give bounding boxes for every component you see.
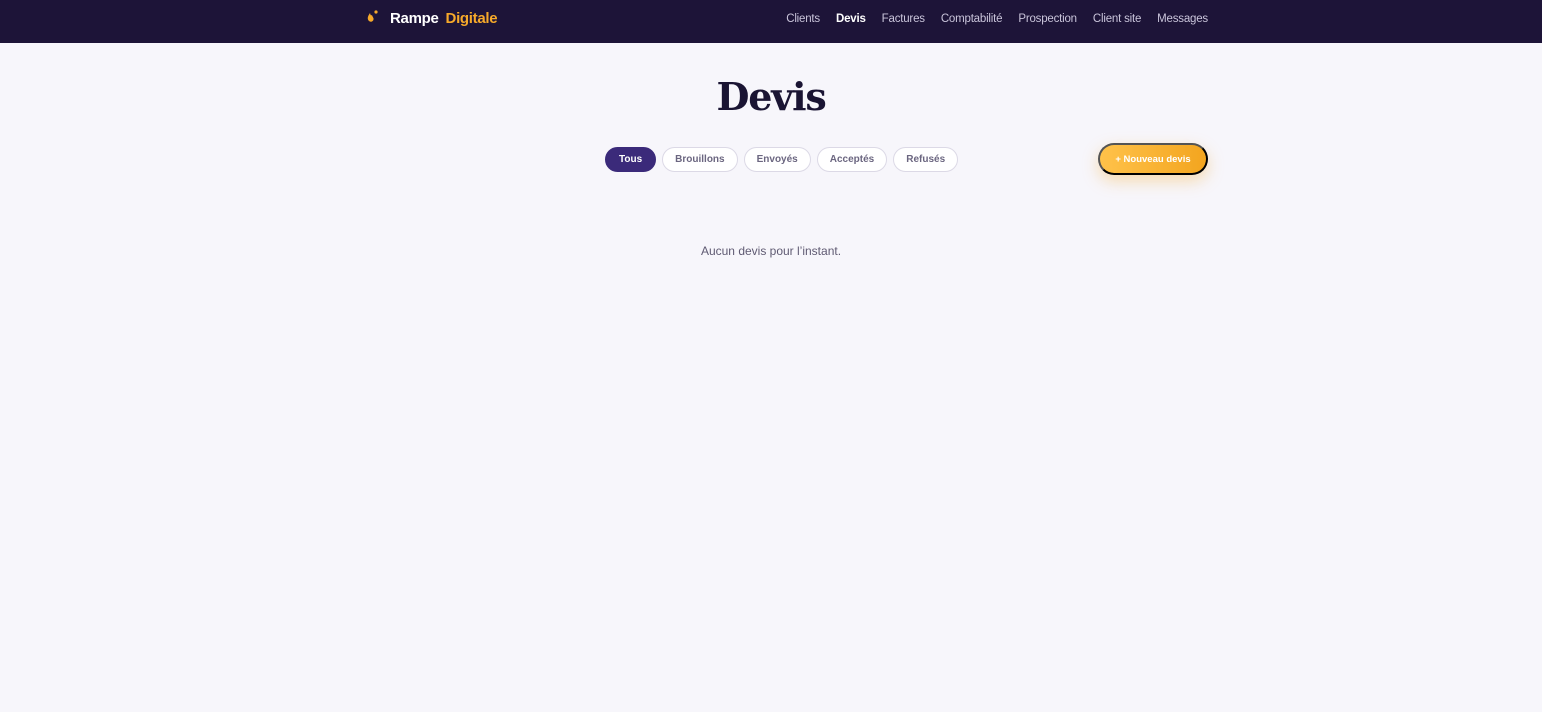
nav-item-prospection[interactable]: Prospection: [1018, 13, 1077, 25]
filter-refuses[interactable]: Refusés: [893, 147, 959, 172]
filter-acceptes[interactable]: Acceptés: [816, 147, 888, 172]
nav-item-clients[interactable]: Clients: [786, 13, 820, 25]
nav-item-devis[interactable]: Devis: [836, 13, 866, 25]
filter-brouillons[interactable]: Brouillons: [662, 147, 738, 172]
nav-item-messages[interactable]: Messages: [1157, 13, 1208, 25]
nav-item-comptabilite[interactable]: Comptabilité: [941, 13, 1003, 25]
brand-name-rampe: Rampe: [390, 10, 439, 27]
empty-state-message: Aucun devis pour l’instant.: [700, 244, 842, 258]
filter-tous[interactable]: Tous: [605, 147, 657, 172]
flame-icon: [367, 10, 378, 22]
main-nav: Clients Devis Factures Comptabilité Pros…: [786, 0, 1208, 37]
brand-logo[interactable]: Rampe Digitale: [366, 0, 498, 37]
nav-item-client-site[interactable]: Client site: [1093, 13, 1141, 25]
page-title: Devis: [716, 74, 826, 119]
filter-envoyes[interactable]: Envoyés: [743, 147, 811, 172]
status-filter-tabs: Tous Brouillons Envoyés Acceptés Refusés: [605, 147, 959, 172]
nav-item-factures[interactable]: Factures: [882, 13, 925, 25]
top-navbar: Rampe Digitale Clients Devis Factures Co…: [0, 0, 1542, 43]
new-quote-button[interactable]: + Nouveau devis: [1098, 143, 1208, 175]
brand-name-digitale: Digitale: [445, 10, 498, 27]
